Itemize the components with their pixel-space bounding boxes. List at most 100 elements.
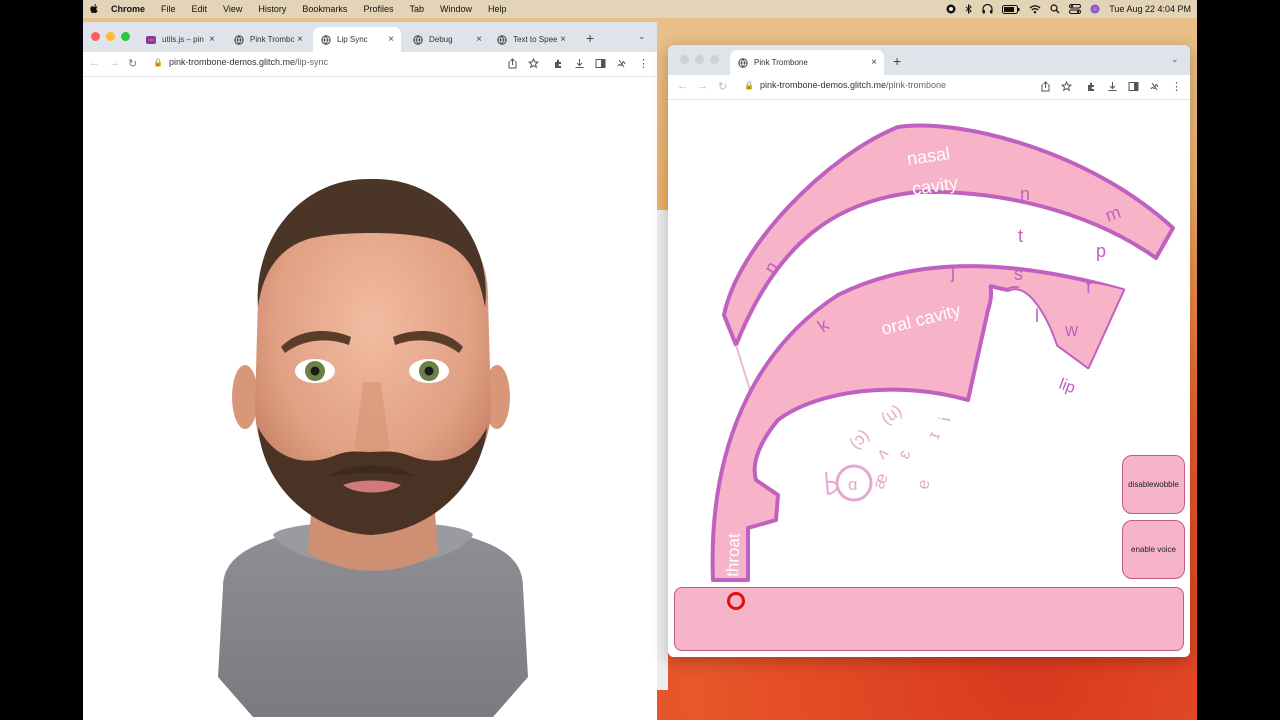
tab-label: Pink Trombone [754, 58, 808, 67]
battery-icon[interactable] [1002, 4, 1020, 14]
pitch-marker[interactable] [727, 592, 745, 610]
consonant-p: p [1096, 241, 1106, 261]
close-tab-icon[interactable]: × [294, 34, 306, 45]
menu-profiles[interactable]: Profiles [363, 4, 393, 14]
bluetooth-icon[interactable] [965, 3, 973, 15]
vowel-u: (u) [877, 401, 905, 428]
extensions-icon[interactable] [553, 58, 564, 69]
close-window-button[interactable] [91, 32, 100, 41]
extensions-icon[interactable] [1086, 81, 1097, 92]
menu-kebab-icon[interactable]: ⋮ [638, 57, 649, 70]
tab-label: Debug [429, 35, 453, 44]
tab-pink-trombone[interactable]: Pink Trombone × [730, 50, 884, 75]
close-tab-icon[interactable]: × [557, 34, 569, 45]
window-controls [680, 55, 719, 64]
menu-bar: Chrome File Edit View History Bookmarks … [83, 0, 1197, 18]
back-button[interactable]: ← [677, 80, 688, 92]
menu-app-name[interactable]: Chrome [111, 4, 145, 14]
bookmark-star-icon[interactable] [1061, 81, 1072, 92]
tab-utils-js[interactable]: utils.js – pin × [138, 27, 222, 52]
vowel-b-marker [825, 471, 838, 496]
close-tab-icon[interactable]: × [385, 34, 397, 45]
globe-icon [321, 34, 331, 45]
browser-toolbar: ← → ↻ 🔒 pink-trombone-demos.glitch.me/pin… [668, 75, 1190, 100]
vowel-epsilon: ɛ [894, 447, 915, 461]
tab-search-chevron-icon[interactable]: ⌄ [1171, 54, 1179, 65]
share-icon[interactable] [507, 58, 518, 69]
pitch-keyboard[interactable] [674, 587, 1184, 651]
menu-window[interactable]: Window [440, 4, 472, 14]
avatar-3d-head[interactable] [203, 157, 543, 717]
menu-view[interactable]: View [223, 4, 242, 14]
close-tab-icon[interactable]: × [473, 34, 485, 45]
consonant-w: w [1064, 320, 1079, 340]
tab-strip: Pink Trombone × + ⌄ [668, 45, 1190, 75]
search-icon[interactable] [1050, 4, 1060, 14]
siri-icon[interactable] [1090, 4, 1100, 14]
forward-button[interactable]: → [697, 80, 708, 92]
menu-bookmarks[interactable]: Bookmarks [302, 4, 347, 14]
minimize-window-button[interactable] [106, 32, 115, 41]
disable-wobble-button[interactable]: disablewobble [1122, 455, 1185, 514]
new-tab-button[interactable]: + [893, 53, 901, 69]
close-tab-icon[interactable]: × [206, 34, 218, 45]
record-icon[interactable] [946, 4, 956, 14]
maximize-window-button[interactable] [710, 55, 719, 64]
lock-icon: 🔒 [744, 81, 754, 90]
vowel-markers: (u) (ɔ) ʌ ɑ æ ɛ ɪ i e [845, 401, 954, 494]
tab-debug[interactable]: Debug × [405, 27, 489, 52]
tab-search-chevron-icon[interactable]: ⌄ [638, 31, 646, 42]
menu-history[interactable]: History [258, 4, 286, 14]
forward-button[interactable]: → [109, 57, 120, 69]
apple-icon[interactable] [89, 3, 99, 15]
globe-icon [234, 34, 244, 45]
back-button[interactable]: ← [89, 57, 100, 69]
share-icon[interactable] [1040, 81, 1051, 92]
control-center-icon[interactable] [1069, 4, 1082, 14]
maximize-window-button[interactable] [121, 32, 130, 41]
tab-text-to-speech[interactable]: Text to Spee × [489, 27, 573, 52]
close-window-button[interactable] [680, 55, 689, 64]
background-window-edge [657, 210, 668, 690]
consonant-t: t [1018, 226, 1023, 246]
enable-voice-button[interactable]: enable voice [1122, 520, 1185, 579]
tab-pink-trombone[interactable]: Pink Trombo × [226, 27, 310, 52]
lip-sync-page [83, 77, 657, 720]
vocal-tract-canvas[interactable]: nasal cavity oral cavity throat n m t p … [668, 100, 1190, 582]
consonant-l: l [1035, 306, 1039, 326]
side-panel-icon[interactable] [595, 58, 606, 69]
menu-edit[interactable]: Edit [192, 4, 208, 14]
menu-clock[interactable]: Tue Aug 22 4:04 PM [1109, 4, 1191, 14]
vowel-i: i [935, 416, 954, 423]
menu-help[interactable]: Help [488, 4, 507, 14]
tab-label: Lip Sync [337, 35, 368, 44]
download-icon[interactable] [574, 58, 585, 69]
globe-icon [413, 34, 423, 45]
menu-tab[interactable]: Tab [409, 4, 424, 14]
tab-lip-sync[interactable]: Lip Sync × [313, 27, 401, 52]
url-host: pink-trombone-demos.glitch.me [168, 57, 296, 67]
address-bar[interactable]: 🔒 pink-trombone-demos.glitch.me/pink-trom… [744, 80, 946, 90]
new-tab-button[interactable]: + [586, 30, 594, 46]
address-bar[interactable]: 🔒 pink-trombone-demos.glitch.me/lip-sync [153, 57, 328, 67]
minimize-window-button[interactable] [695, 55, 704, 64]
labs-icon[interactable] [1149, 81, 1160, 92]
menu-kebab-icon[interactable]: ⋮ [1171, 80, 1182, 93]
label-lip: lip [1057, 376, 1078, 397]
bookmark-star-icon[interactable] [528, 58, 539, 69]
side-panel-icon[interactable] [1128, 81, 1139, 92]
headphones-icon[interactable] [982, 4, 993, 14]
close-tab-icon[interactable]: × [868, 57, 880, 68]
lock-icon: 🔒 [153, 58, 163, 67]
browser-toolbar: ← → ↻ 🔒 pink-trombone-demos.glitch.me/lip… [83, 52, 657, 77]
tab-label: Text to Spee [513, 35, 557, 44]
url-host: pink-trombone-demos.glitch.me [759, 80, 887, 90]
menu-file[interactable]: File [161, 4, 176, 14]
reload-button[interactable]: ↻ [718, 80, 727, 93]
labs-icon[interactable] [616, 58, 627, 69]
url-path: /lip-sync [295, 57, 329, 67]
wifi-icon[interactable] [1029, 4, 1041, 14]
download-icon[interactable] [1107, 81, 1118, 92]
vowel-a: ɑ [848, 475, 857, 494]
reload-button[interactable]: ↻ [128, 57, 137, 70]
